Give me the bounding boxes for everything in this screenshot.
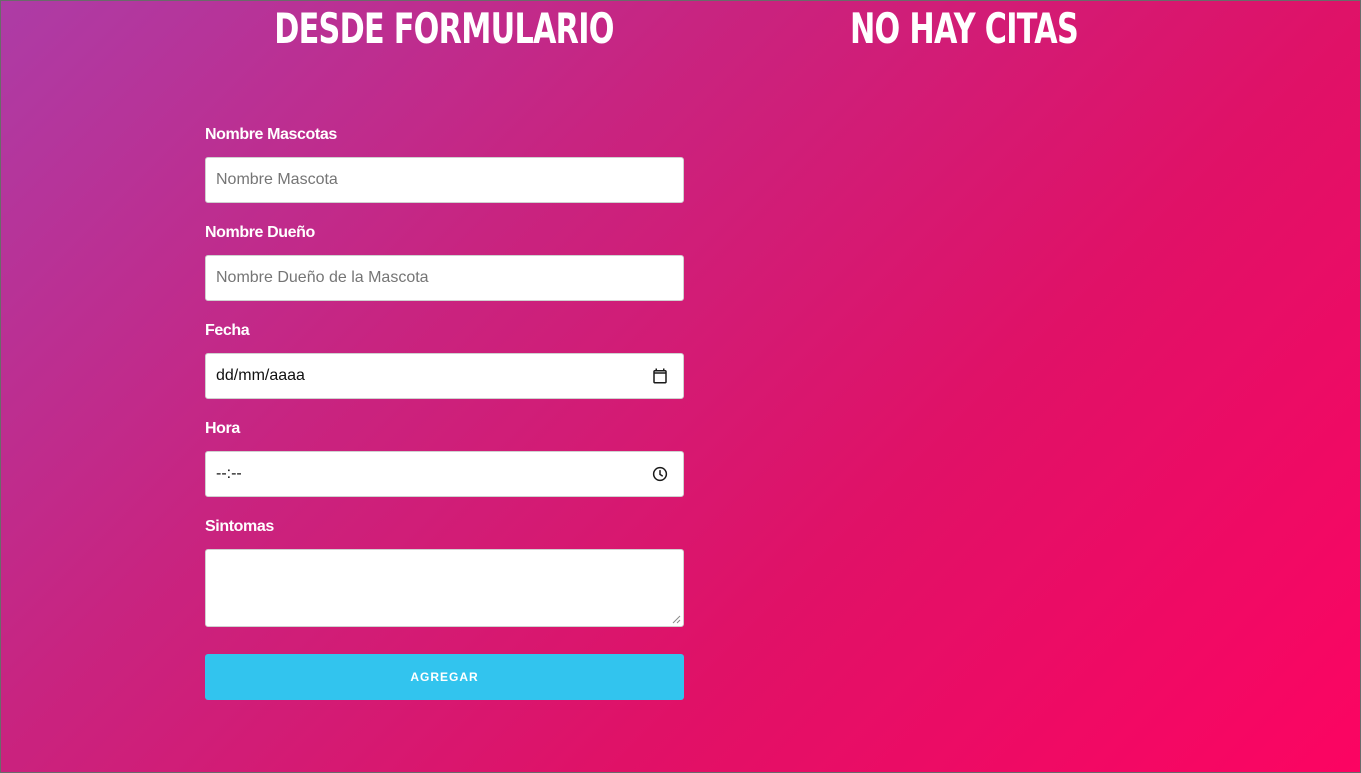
date-format-text: dd/mm/aaaa	[216, 367, 305, 384]
form-heading: DESDE FORMULARIO	[274, 4, 614, 53]
calendar-icon[interactable]	[651, 367, 669, 385]
add-appointment-button[interactable]: AGREGAR	[205, 654, 684, 700]
clock-icon[interactable]	[651, 465, 669, 483]
symptoms-label: Sintomas	[205, 518, 274, 535]
time-input[interactable]: --:--	[205, 451, 684, 497]
owner-name-input[interactable]: Nombre Dueño de la Mascota	[205, 255, 684, 301]
time-format-text: --:--	[216, 465, 242, 482]
appointment-form: Nombre Mascotas Nombre Mascota Nombre Du…	[205, 125, 684, 700]
owner-name-placeholder: Nombre Dueño de la Mascota	[216, 269, 429, 286]
pet-name-placeholder: Nombre Mascota	[216, 171, 338, 188]
pet-name-label: Nombre Mascotas	[205, 126, 337, 143]
pet-name-input[interactable]: Nombre Mascota	[205, 157, 684, 203]
resize-handle-icon[interactable]	[672, 615, 681, 624]
date-input[interactable]: dd/mm/aaaa	[205, 353, 684, 399]
owner-name-label: Nombre Dueño	[205, 224, 315, 241]
time-label: Hora	[205, 420, 240, 437]
appointments-heading: NO HAY CITAS	[849, 4, 1079, 53]
symptoms-textarea[interactable]	[205, 549, 684, 627]
date-label: Fecha	[205, 322, 250, 339]
